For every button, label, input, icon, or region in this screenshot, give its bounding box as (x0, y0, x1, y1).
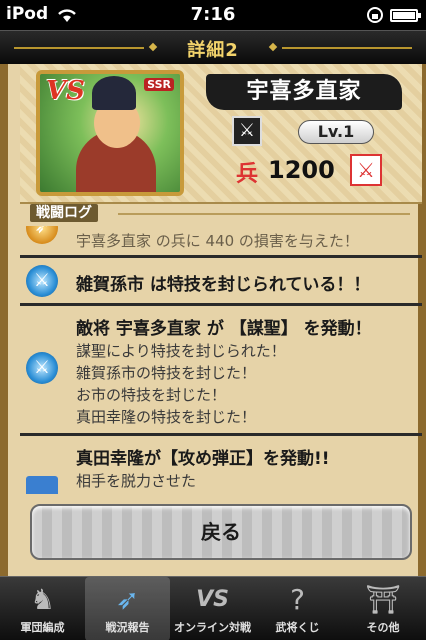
level-badge: Lv.1 (298, 120, 374, 144)
tab-other[interactable]: ⛩ その他 (340, 577, 426, 640)
log-entry: ⚔ 敵将 宇喜多直家 が 【謀聖】 を発動！ 謀聖により特技を封じられた！ 雑賀… (20, 306, 422, 436)
back-button[interactable]: 戻る (30, 504, 412, 560)
tab-army[interactable]: ♞ 軍団編成 (0, 577, 85, 640)
sickle-icon: ⚔ (26, 265, 58, 297)
troop-icon: 兵 (236, 161, 259, 187)
tab-lottery[interactable]: ? 武将くじ (255, 577, 340, 640)
log-line: 雑賀孫市の特技を封じた！ (76, 364, 257, 382)
question-icon: ? (290, 583, 305, 616)
rarity-badge: SSR (144, 78, 174, 91)
navigation-bar: 詳細2 (0, 30, 426, 64)
decorative-rule (282, 47, 412, 49)
general-name-banner: 宇喜多直家 (206, 74, 402, 110)
sword-icon: ⚔ (350, 154, 382, 186)
log-heading: 敵将 宇喜多直家 が 【謀聖】 を発動！ (76, 319, 372, 339)
samurai-helmet-icon: ♞ (29, 583, 56, 616)
log-entry: ⚔ 雑賀孫市 は特技を封じられている！！ (20, 258, 422, 306)
back-button-label: 戻る (201, 520, 241, 544)
tab-bar: ♞ 軍団編成 ➶ 戦況報告 VS オンライン対戦 ? 武将くじ ⛩ その他 (0, 576, 426, 640)
log-line: 相手を脱力させた (76, 472, 197, 490)
troop-count: 1200 (268, 156, 335, 184)
sickle-icon: ⚔ (26, 352, 58, 384)
battle-log-label: 戦闘ログ (30, 204, 98, 222)
tab-label: 武将くじ (275, 621, 320, 634)
battery-icon (390, 9, 421, 22)
tab-label: オンライン対戦 (174, 621, 251, 634)
log-line: 謀聖により特技を封じられた！ (76, 342, 286, 360)
spear-icon: ➶ (115, 583, 140, 616)
log-line: 宇喜多直家 の兵に 440 の損害を与えた！ (76, 232, 359, 250)
clock: 7:16 (190, 4, 236, 25)
general-name: 宇喜多直家 (246, 79, 362, 104)
rotation-lock-icon (366, 6, 384, 28)
tab-battle-report[interactable]: ➶ 戦況報告 (85, 577, 170, 640)
flag-icon (26, 476, 58, 494)
log-entry: 真田幸隆が【攻め弾正】を発動!! 相手を脱力させた (20, 436, 422, 494)
log-entry: ➶ 宇喜多直家 の兵に 440 の損害を与えた！ (20, 226, 422, 258)
tab-label: 戦況報告 (105, 621, 150, 634)
vs-badge: VS (46, 76, 85, 106)
main-content: VS SSR 宇喜多直家 ⚔ Lv.1 兵 1200 ⚔ 戦闘ログ ➶ 宇喜多直… (0, 64, 426, 576)
general-portrait[interactable]: VS SSR (36, 70, 184, 196)
shrine-icon: ⛩ (365, 583, 401, 616)
log-heading: 雑賀孫市 は特技を封じられている！！ (76, 275, 371, 295)
log-line: お市の特技を封じた！ (76, 386, 227, 404)
page-title: 詳細2 (187, 40, 239, 61)
divider (118, 213, 410, 215)
log-line: 真田幸隆の特技を封じた！ (76, 408, 257, 426)
tab-online-battle[interactable]: VS オンライン対戦 (170, 577, 255, 640)
tab-label: その他 (366, 621, 400, 634)
status-bar: iPod 7:16 (0, 0, 426, 30)
vs-icon: VS (196, 587, 229, 612)
tab-label: 軍団編成 (20, 621, 65, 634)
log-heading: 真田幸隆が【攻め弾正】を発動!! (76, 449, 330, 469)
crossed-swords-icon: ⚔ (232, 116, 262, 146)
general-card: VS SSR 宇喜多直家 ⚔ Lv.1 兵 1200 ⚔ (20, 64, 422, 204)
spear-icon: ➶ (26, 226, 58, 244)
battle-log[interactable]: ➶ 宇喜多直家 の兵に 440 の損害を与えた！ ⚔ 雑賀孫市 は特技を封じられ… (20, 226, 422, 494)
battle-log-header: 戦闘ログ (20, 204, 422, 226)
